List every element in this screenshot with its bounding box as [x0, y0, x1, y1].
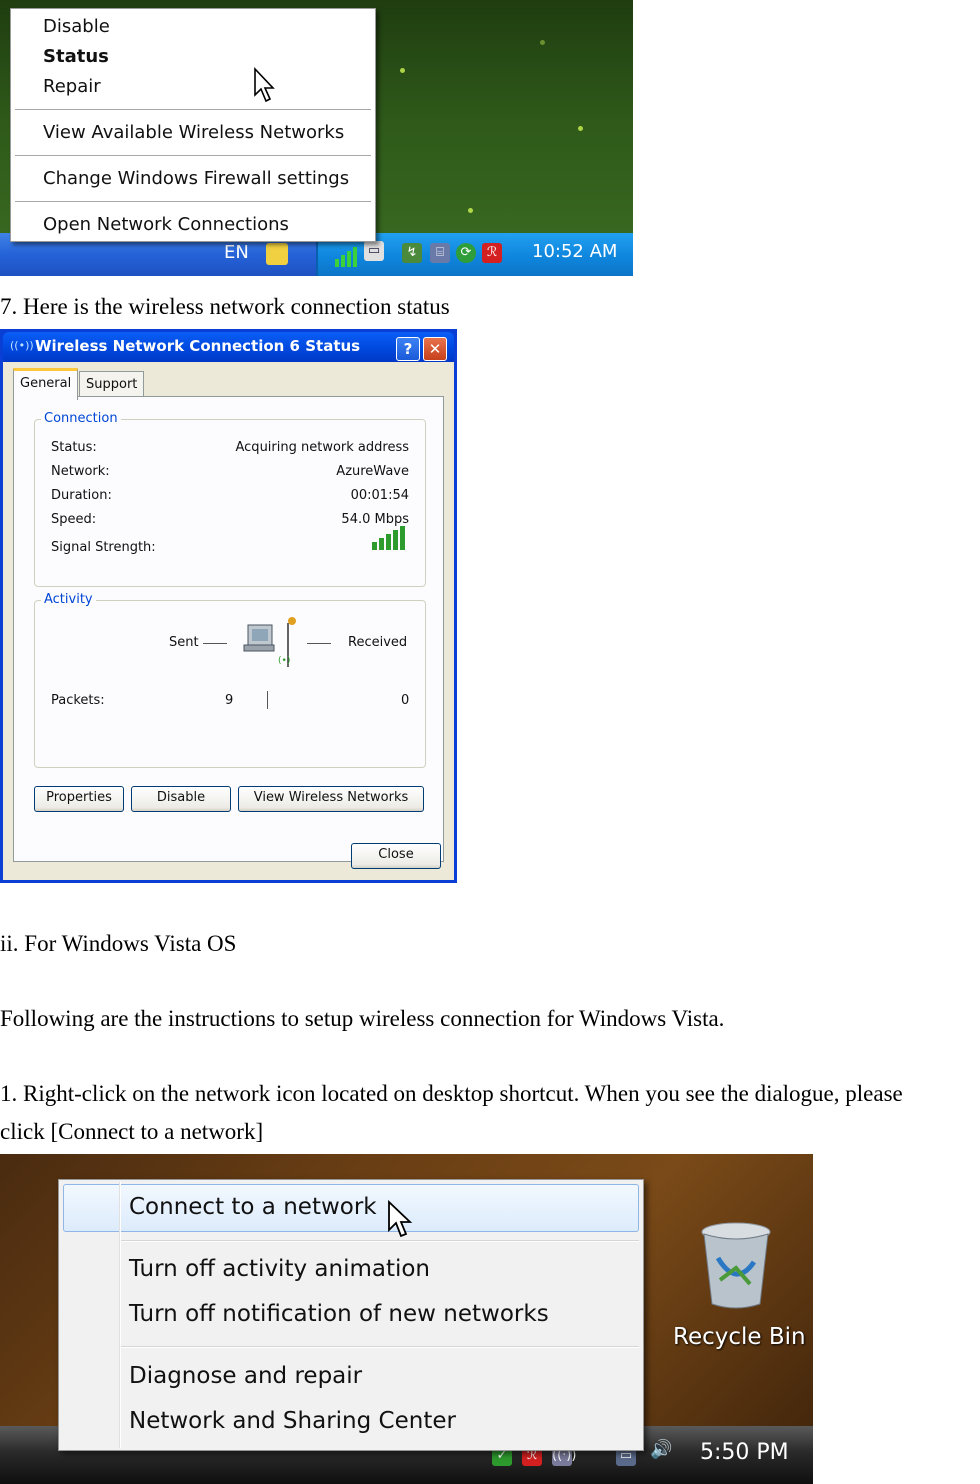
caption-status: 7. Here is the wireless network connecti…	[0, 294, 450, 319]
close-icon[interactable]: ✕	[423, 337, 447, 361]
dialog-body: General Support Connection Status: Acqui…	[3, 362, 454, 880]
menu-separator	[15, 201, 371, 203]
connection-group: Connection Status: Acquiring network add…	[34, 411, 426, 587]
status-value: Acquiring network address	[235, 440, 410, 455]
wireless-icon: ((•))	[10, 339, 34, 352]
svg-text:(•): (•)	[278, 656, 290, 666]
vista-tray-screenshot: Recycle Bin ✓ ℛ ((·)) ▭ 🔊 5:50 PM Connec…	[0, 1154, 813, 1484]
menu-separator	[121, 1346, 639, 1348]
wireless-status-dialog: ((•)) Wireless Network Connection 6 Stat…	[0, 329, 457, 883]
properties-button[interactable]: Properties	[34, 786, 124, 812]
menu-item-repair[interactable]: Repair	[43, 74, 101, 100]
sent-line	[203, 643, 227, 644]
antivirus-icon[interactable]: ℛ	[482, 243, 502, 263]
sent-label: Sent	[169, 635, 199, 650]
menu-item-view-wireless-networks[interactable]: View Available Wireless Networks	[43, 120, 344, 146]
mouse-pointer-icon	[254, 67, 275, 103]
signal-bar	[393, 530, 398, 550]
vista-network-context-menu: Connect to a network Turn off activity a…	[58, 1179, 644, 1451]
dialog-title: Wireless Network Connection 6 Status	[35, 337, 361, 355]
desktop-sparkle	[540, 40, 545, 45]
network-monitor-icon[interactable]: ▭	[364, 241, 384, 261]
packets-divider	[267, 691, 268, 709]
menu-item-disable[interactable]: Disable	[43, 14, 110, 40]
disable-button[interactable]: Disable	[131, 786, 231, 812]
volume-icon[interactable]: 🔊	[650, 1440, 672, 1460]
dialog-titlebar[interactable]: ((•)) Wireless Network Connection 6 Stat…	[3, 332, 454, 362]
help-icon[interactable]	[266, 243, 288, 265]
menu-item-diagnose-and-repair[interactable]: Diagnose and repair	[129, 1359, 362, 1393]
vista-clock[interactable]: 5:50 PM	[700, 1440, 789, 1465]
signal-bar	[372, 542, 377, 550]
connection-group-label: Connection	[41, 411, 121, 426]
tab-general[interactable]: General	[13, 368, 79, 400]
signal-strength-label: Signal Strength:	[51, 540, 156, 555]
signal-strength-bars	[372, 526, 405, 550]
language-indicator[interactable]: EN	[224, 242, 249, 263]
desktop-sparkle	[578, 126, 583, 131]
menu-separator	[15, 155, 371, 157]
menu-separator	[121, 1240, 639, 1242]
mouse-pointer-icon	[388, 1200, 413, 1238]
network-activity-icon: (•)	[243, 617, 296, 667]
packets-received-value: 0	[401, 693, 410, 708]
network-value: AzureWave	[336, 464, 409, 479]
duration-label: Duration:	[51, 488, 112, 503]
close-button[interactable]: Close	[351, 843, 441, 869]
safely-remove-icon[interactable]: ↯	[402, 243, 422, 263]
heading-vista: ii. For Windows Vista OS	[0, 931, 237, 956]
desktop-sparkle	[468, 208, 473, 213]
network-connections-icon[interactable]: ⌸	[430, 243, 450, 263]
tab-support[interactable]: Support	[79, 371, 145, 397]
menu-item-firewall-settings[interactable]: Change Windows Firewall settings	[43, 166, 349, 192]
step1-line2: click [Connect to a network]	[0, 1119, 264, 1144]
status-label: Status:	[51, 440, 97, 455]
intro-vista: Following are the instructions to setup …	[0, 1006, 725, 1031]
menu-item-status[interactable]: Status	[43, 44, 109, 70]
xp-network-context-menu: Disable Status Repair View Available Wir…	[10, 8, 376, 242]
step1-line1: 1. Right-click on the network icon locat…	[0, 1081, 903, 1106]
menu-separator	[15, 109, 371, 111]
packets-label: Packets:	[51, 693, 105, 708]
speed-label: Speed:	[51, 512, 97, 527]
recycle-bin-icon[interactable]	[696, 1218, 776, 1314]
view-wireless-networks-button[interactable]: View Wireless Networks	[238, 786, 424, 812]
menu-item-network-sharing-center[interactable]: Network and Sharing Center	[129, 1404, 456, 1438]
recycle-bin-label[interactable]: Recycle Bin	[673, 1324, 806, 1350]
received-line	[307, 643, 331, 644]
xp-tray-screenshot: EN ▭ ↯ ⌸ ⟳ ℛ 10:52 AM Disable Status Rep…	[0, 0, 633, 276]
menu-item-turn-off-activity-animation[interactable]: Turn off activity animation	[129, 1252, 430, 1286]
tray-clock[interactable]: 10:52 AM	[532, 241, 617, 262]
received-label: Received	[348, 635, 408, 650]
activity-group-label: Activity	[41, 592, 96, 607]
menu-icon-gutter	[119, 1182, 121, 1448]
help-button[interactable]: ?	[396, 337, 420, 361]
menu-item-turn-off-network-notifications[interactable]: Turn off notification of new networks	[129, 1297, 549, 1331]
signal-bar	[386, 534, 391, 550]
network-label: Network:	[51, 464, 110, 479]
wireless-signal-icon[interactable]	[334, 243, 360, 267]
duration-value: 00:01:54	[350, 488, 409, 503]
activity-group: Activity Sent (•) Received Packets: 9 0	[34, 592, 426, 768]
menu-item-connect-to-network[interactable]: Connect to a network	[129, 1190, 377, 1224]
desktop-sparkle	[400, 68, 405, 73]
signal-bar	[400, 526, 405, 550]
update-icon[interactable]: ⟳	[456, 243, 476, 263]
menu-item-open-network-connections[interactable]: Open Network Connections	[43, 212, 289, 238]
tab-panel-general: Connection Status: Acquiring network add…	[13, 396, 444, 862]
packets-sent-value: 9	[225, 693, 234, 708]
signal-bar	[379, 538, 384, 550]
